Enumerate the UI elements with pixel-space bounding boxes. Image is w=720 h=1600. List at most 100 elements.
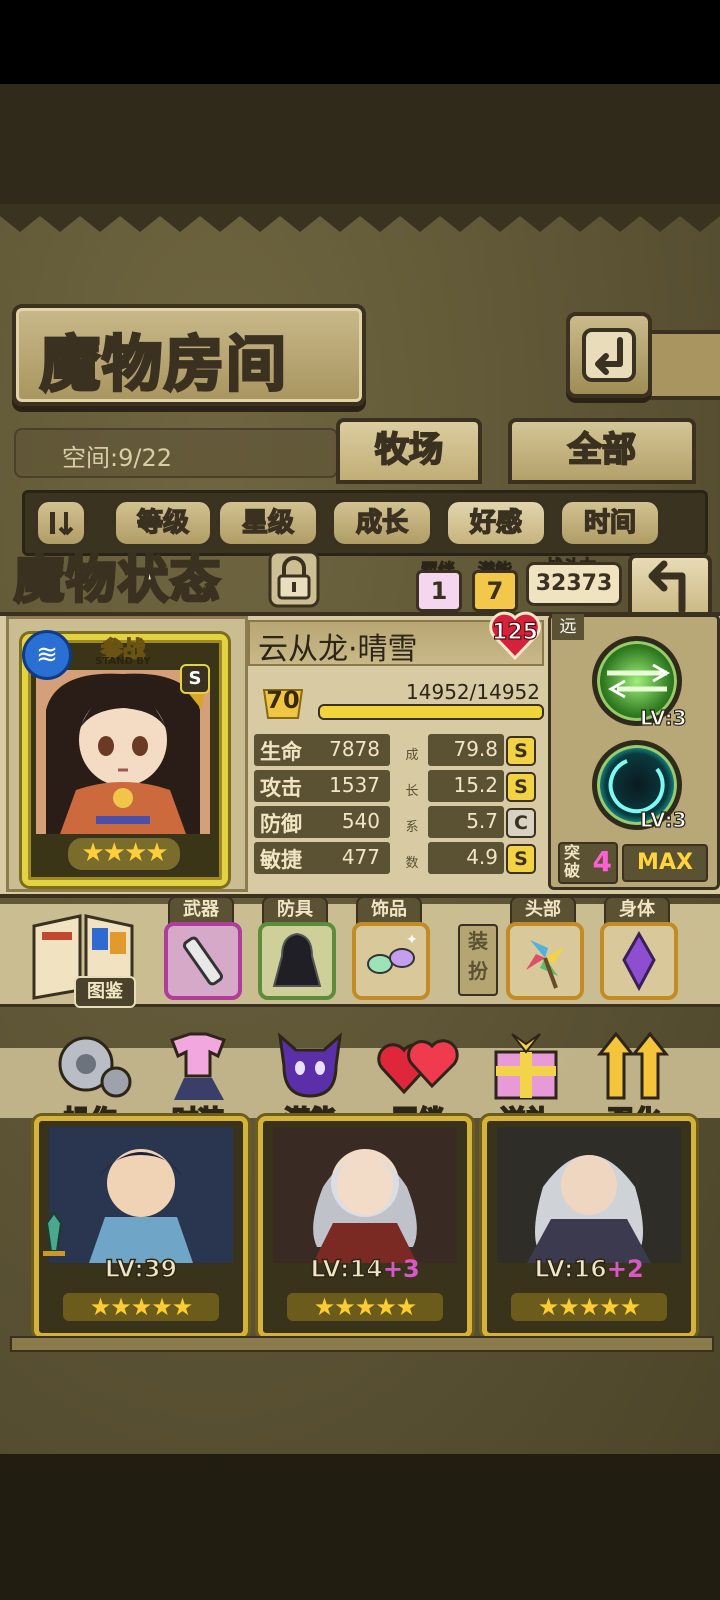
hearts-icon xyxy=(377,1039,459,1095)
growth-hp: 79.8 xyxy=(428,734,504,766)
card-stars: ★★★★★ xyxy=(63,1293,219,1321)
sort-time[interactable]: 时间 xyxy=(559,499,661,547)
monster-card[interactable]: LV:16+2 ★★★★★ xyxy=(482,1116,696,1338)
sort-stars[interactable]: 星级 xyxy=(217,499,319,547)
back-button-rail xyxy=(640,330,720,400)
svg-text:✦: ✦ xyxy=(406,932,418,948)
return-icon xyxy=(582,328,636,382)
weapon-slot[interactable] xyxy=(164,922,242,1000)
growth-caption-char: 系 xyxy=(405,820,419,835)
stat-label: 攻击 xyxy=(260,776,302,800)
armor-slot[interactable] xyxy=(258,922,336,1000)
pinwheel-icon xyxy=(526,940,564,989)
breakthrough-box: 突破 4 xyxy=(558,842,618,884)
space-capacity: 空间:9/22 xyxy=(14,428,338,478)
stat-label: 防御 xyxy=(260,812,302,836)
list-bottom-rail xyxy=(10,1336,714,1352)
lock-icon[interactable] xyxy=(266,550,322,608)
skill-level: LV:3 xyxy=(639,705,687,730)
sparkle-mask-icon: ✦ xyxy=(367,932,418,974)
bond-value: 1 xyxy=(416,570,462,612)
card-level: LV:14+3 xyxy=(263,1254,467,1284)
card-level-text: LV:16 xyxy=(534,1254,608,1284)
grade-badge: S xyxy=(506,772,536,802)
page-title: 魔物房间 xyxy=(39,329,288,402)
stat-value: 540 xyxy=(341,809,380,833)
monster-thumbnail xyxy=(49,1127,233,1263)
stat-attack: 攻击 1537 xyxy=(254,770,390,802)
stat-label: 生命 xyxy=(260,740,302,764)
frame-teeth-decoration xyxy=(0,204,720,232)
monster-card[interactable]: LV:14+3 ★★★★★ xyxy=(258,1116,472,1338)
growth-value: 5.7 xyxy=(466,809,498,833)
card-level-plus: +2 xyxy=(606,1255,644,1283)
sort-toggle-icon xyxy=(50,512,74,536)
body-slot[interactable] xyxy=(600,922,678,1000)
max-label: MAX xyxy=(622,844,708,882)
growth-caption-char: 成 xyxy=(405,748,419,763)
tab-ranch[interactable]: 牧场 xyxy=(336,418,482,484)
card-stars: ★★★★★ xyxy=(511,1293,667,1321)
range-tag: 远 xyxy=(552,614,584,640)
map-background-top xyxy=(0,84,720,204)
stat-agility: 敏捷 477 xyxy=(254,842,390,874)
power-value: 32373 xyxy=(526,562,622,606)
monster-name: 云从龙·晴雪 xyxy=(258,632,418,667)
upgrade-arrows-icon xyxy=(596,1031,670,1100)
stat-label: 敏捷 xyxy=(260,848,302,872)
growth-defense: 5.7 xyxy=(428,806,504,838)
stat-hp: 生命 7878 xyxy=(254,734,390,766)
status-title: 魔物状态 xyxy=(13,549,222,611)
growth-value: 4.9 xyxy=(466,845,498,869)
level-value: 70 xyxy=(266,686,300,714)
monster-thumbnail xyxy=(273,1127,457,1263)
gift-icon xyxy=(494,1033,558,1100)
monster-card[interactable]: LV:39 ★★★★★ xyxy=(34,1116,248,1338)
title-banner: 魔物房间 xyxy=(12,304,366,406)
encyclopedia-button[interactable]: 图鉴 xyxy=(74,976,136,1008)
crystal-icon xyxy=(622,930,656,992)
stat-defense: 防御 540 xyxy=(254,806,390,838)
space-label: 空间:9/22 xyxy=(62,444,172,472)
breakthrough-value: 4 xyxy=(592,845,612,878)
gear-icon xyxy=(58,1036,132,1098)
stat-value: 477 xyxy=(341,845,380,869)
grade-badge: C xyxy=(506,808,536,838)
hair-clipper-icon xyxy=(182,936,224,986)
bottom-background xyxy=(0,1454,720,1600)
stat-value: 7878 xyxy=(329,737,380,761)
card-level: LV:16+2 xyxy=(487,1254,691,1284)
growth-attack: 15.2 xyxy=(428,770,504,802)
sort-affection[interactable]: 好感 xyxy=(445,499,547,547)
exp-value: 14952/14952 xyxy=(406,680,540,704)
status-bar-area xyxy=(0,0,720,84)
outfit-icon xyxy=(170,1032,226,1100)
breakthrough-label: 突破 xyxy=(564,843,581,880)
skill-level: LV:3 xyxy=(639,807,687,832)
grade-badge: S xyxy=(506,736,536,766)
growth-value: 79.8 xyxy=(453,737,498,761)
hooded-cloak-icon xyxy=(272,932,322,987)
back-button[interactable] xyxy=(566,312,652,398)
card-level-plus: +3 xyxy=(382,1255,420,1283)
growth-caption-char: 长 xyxy=(405,784,419,799)
monster-portrait xyxy=(36,670,210,834)
sort-growth[interactable]: 成长 xyxy=(331,499,433,547)
card-stars: ★★★★★ xyxy=(287,1293,443,1321)
rank-badge: S xyxy=(180,664,210,694)
card-level-text: LV:14 xyxy=(310,1254,384,1284)
accessory-slot[interactable]: ✦ xyxy=(352,922,430,1000)
head-slot[interactable] xyxy=(506,922,584,1000)
tab-all[interactable]: 全部 xyxy=(508,418,696,484)
monster-thumbnail xyxy=(497,1127,681,1263)
stand-by-sublabel: STAND BY xyxy=(95,656,151,667)
water-element-icon: ≋ xyxy=(22,630,72,680)
growth-caption-char: 数 xyxy=(405,856,419,871)
stat-value: 1537 xyxy=(329,773,380,797)
exp-bar xyxy=(318,704,544,720)
grade-badge: S xyxy=(506,844,536,874)
dress-up-label: 装扮 xyxy=(458,924,498,996)
growth-value: 15.2 xyxy=(453,773,498,797)
star-rating: ★★★★ xyxy=(66,836,182,872)
demon-icon xyxy=(277,1032,343,1098)
